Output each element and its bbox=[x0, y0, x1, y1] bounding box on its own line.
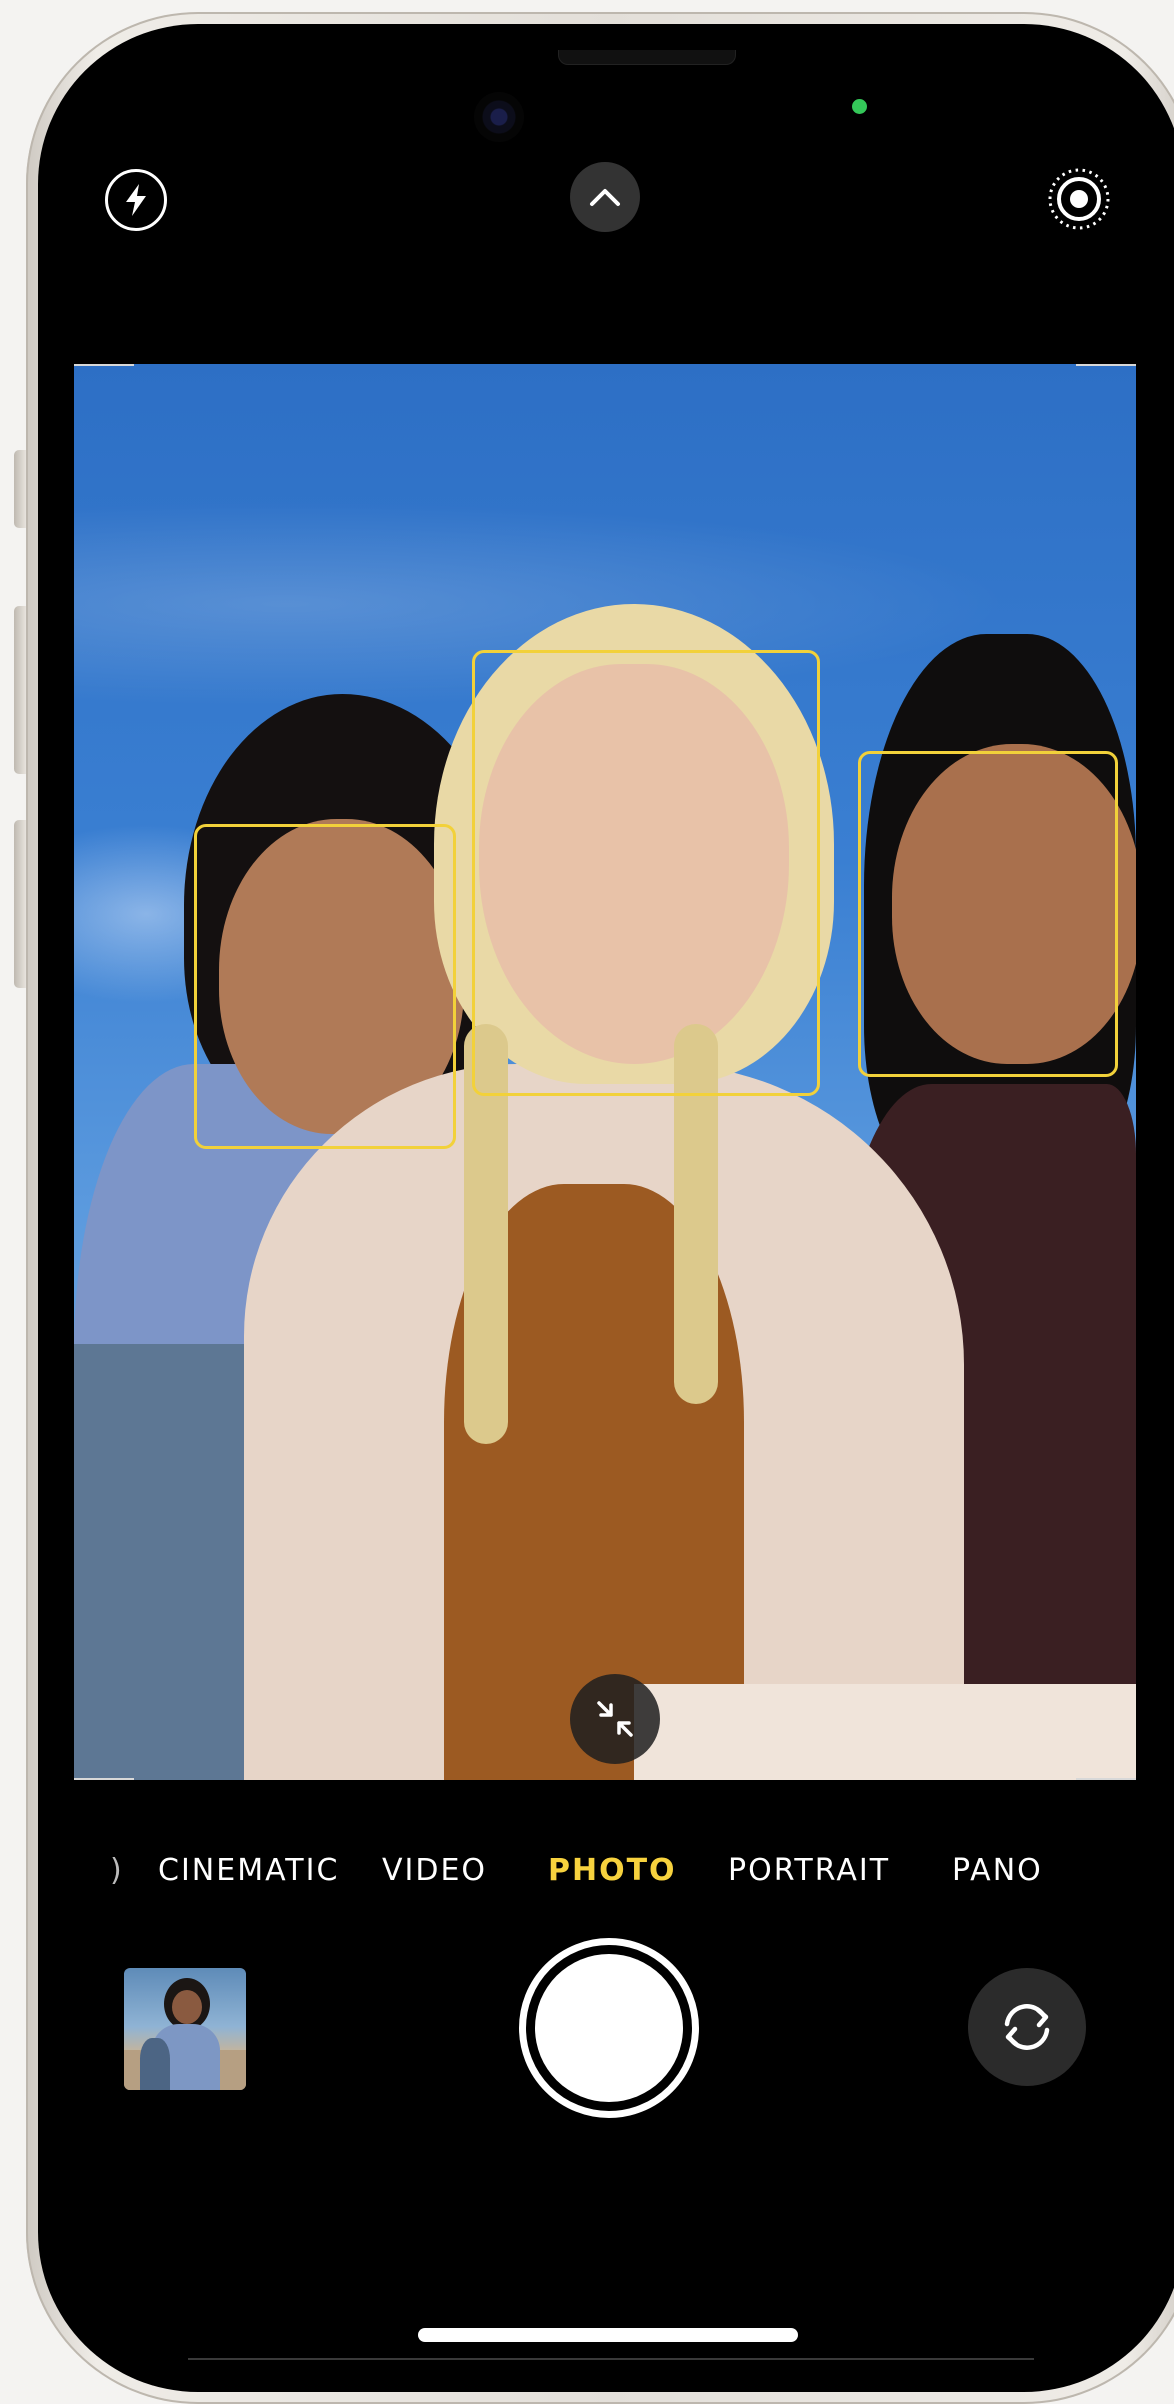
camera-in-use-indicator bbox=[852, 99, 867, 114]
face-detection-box bbox=[858, 751, 1118, 1077]
face-detection-box bbox=[472, 650, 820, 1096]
screen: ) CINEMATIC VIDEO PHOTO PORTRAIT PANO bbox=[38, 24, 1174, 2392]
home-indicator[interactable] bbox=[418, 2328, 798, 2342]
viewfinder-corner bbox=[74, 1778, 134, 1780]
viewfinder[interactable] bbox=[74, 364, 1136, 1780]
zoom-button[interactable] bbox=[570, 1674, 660, 1764]
live-photo-button[interactable] bbox=[1046, 166, 1112, 232]
mode-selector: ) CINEMATIC VIDEO PHOTO PORTRAIT PANO bbox=[38, 1846, 1174, 1896]
earpiece bbox=[558, 50, 736, 65]
mode-pano[interactable]: PANO bbox=[952, 1846, 1043, 1896]
action-button bbox=[14, 450, 26, 528]
mode-photo[interactable]: PHOTO bbox=[548, 1846, 677, 1896]
bezel-reflection bbox=[188, 2358, 1034, 2360]
face-detection-box bbox=[194, 824, 456, 1149]
viewfinder-corner bbox=[1076, 364, 1136, 366]
volume-up-button bbox=[14, 606, 26, 774]
volume-down-button bbox=[14, 820, 26, 988]
shutter-button[interactable] bbox=[519, 1938, 699, 2118]
shutter-inner bbox=[535, 1954, 683, 2102]
live-photo-icon bbox=[1048, 168, 1110, 230]
camera-flip-icon bbox=[1004, 2004, 1050, 2050]
viewfinder-corner bbox=[1076, 1778, 1136, 1780]
flash-icon bbox=[126, 184, 146, 216]
mode-edge-fragment: ) bbox=[110, 1853, 122, 1888]
mode-video[interactable]: VIDEO bbox=[382, 1846, 487, 1896]
last-photo-thumbnail[interactable] bbox=[124, 1968, 246, 2090]
chevron-up-icon bbox=[590, 189, 620, 206]
flash-button[interactable] bbox=[105, 169, 167, 231]
front-camera bbox=[474, 92, 524, 142]
viewfinder-corner bbox=[74, 364, 134, 366]
mode-portrait[interactable]: PORTRAIT bbox=[728, 1846, 890, 1896]
flip-camera-button[interactable] bbox=[968, 1968, 1086, 2086]
mode-cinematic[interactable]: CINEMATIC bbox=[158, 1846, 339, 1896]
zoom-minimize-icon bbox=[597, 1701, 633, 1737]
controls-toggle-button[interactable] bbox=[570, 162, 640, 232]
